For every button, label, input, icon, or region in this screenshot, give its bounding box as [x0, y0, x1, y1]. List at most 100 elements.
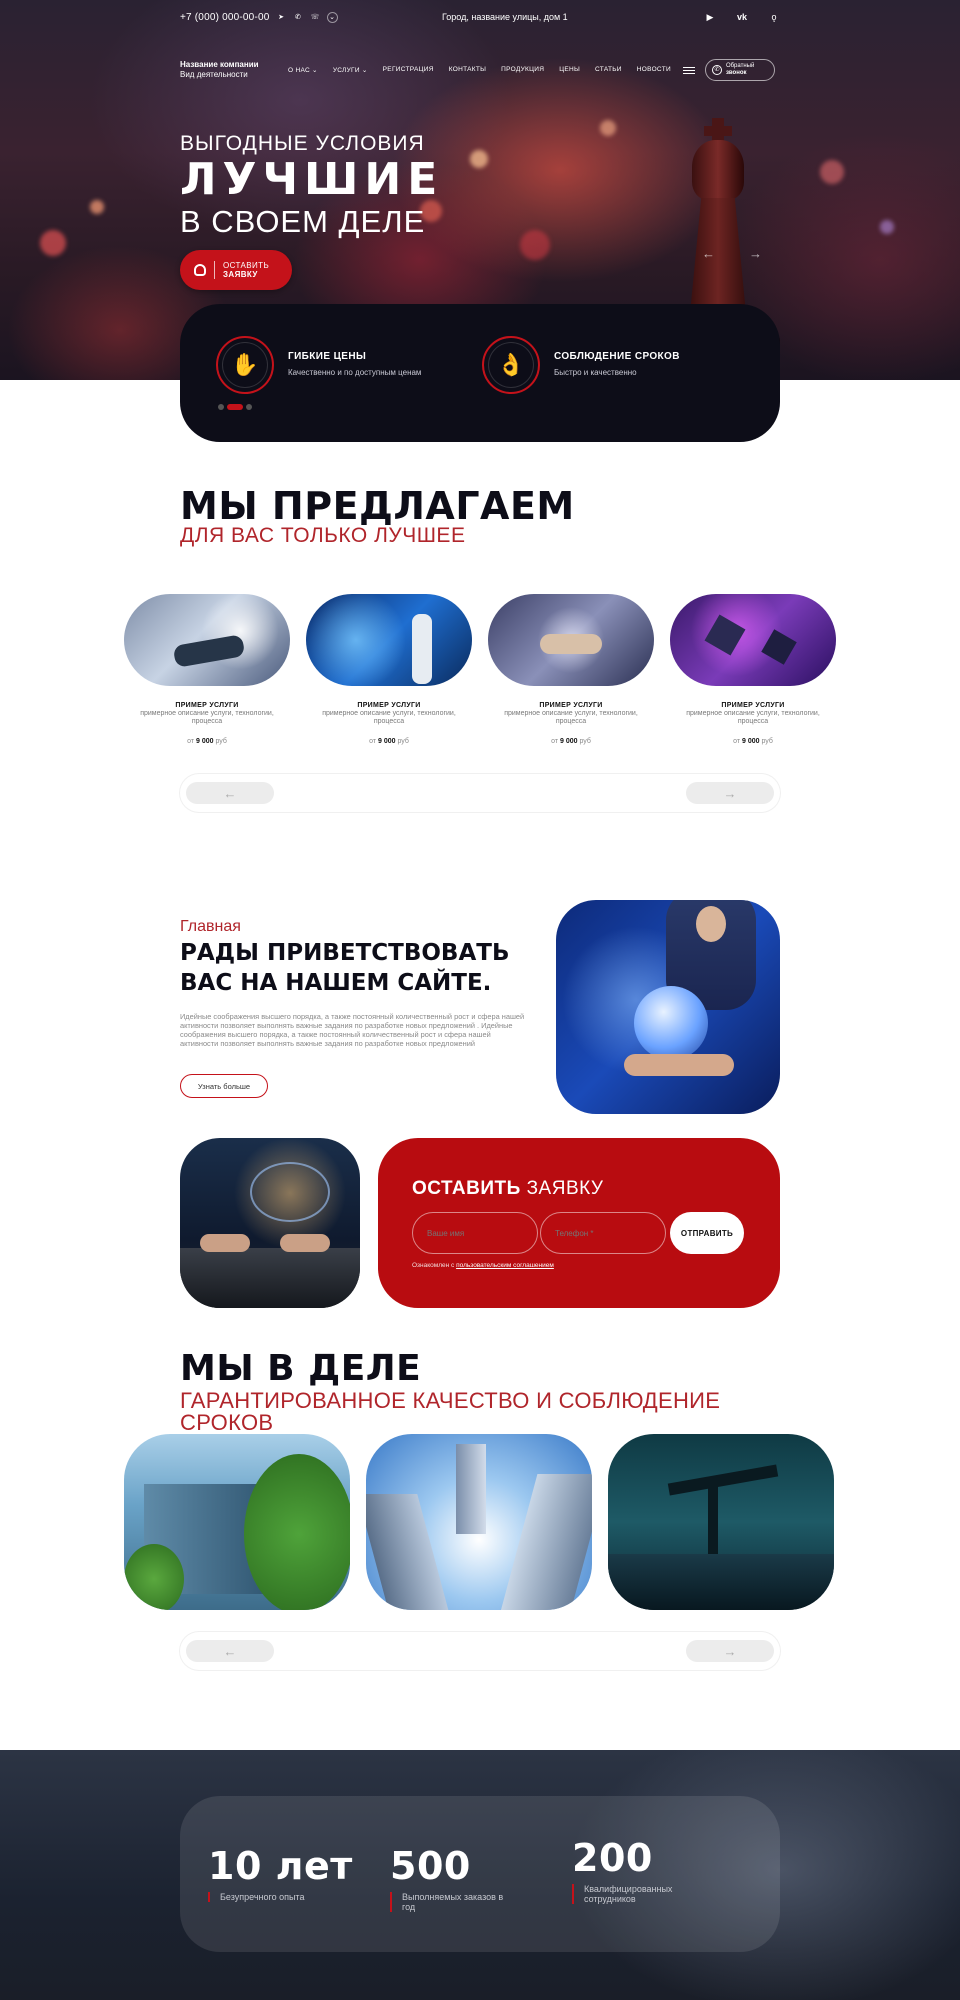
breadcrumb[interactable]: Главная [180, 918, 241, 936]
service-desc: примерное описание услуги, технологии, п… [322, 710, 456, 725]
nav-item-products[interactable]: ПРОДУКЦИЯ [501, 66, 544, 74]
telegram-icon[interactable]: ➤ [276, 12, 287, 23]
service-price: от 9 000 руб [733, 738, 773, 745]
feature-text: Качественно и по доступным ценам [288, 367, 422, 377]
agreement-link[interactable]: пользовательским соглашением [456, 1262, 554, 1269]
whatsapp-icon[interactable]: ✆ [293, 12, 304, 23]
stat-number: 200 [572, 1836, 653, 1880]
leave-request-button[interactable]: ОСТАВИТЬ ЗАЯВКУ [180, 250, 292, 290]
company-activity: Вид деятельности [180, 70, 248, 79]
headset-icon [194, 264, 206, 276]
laptop-image [180, 1138, 360, 1308]
phone-link[interactable]: +7 (000) 000-00-00 [180, 12, 270, 23]
slider-dot[interactable] [246, 404, 252, 410]
offer-title: МЫ ПРЕДЛАГАЕМ [180, 484, 575, 528]
nav-item-news[interactable]: НОВОСТИ [637, 66, 671, 74]
hero-slider-arrows: ← → [702, 246, 762, 261]
main-nav: Название компании Вид деятельности О НАС… [180, 56, 780, 84]
arrow-left-icon[interactable]: ← [186, 782, 274, 804]
service-name: ПРИМЕР УСЛУГИ [721, 702, 785, 709]
work-slider-nav: ← → [180, 1632, 780, 1670]
services-slider-nav: ← → [180, 774, 780, 812]
stats-section: 10 лет Безупречного опыта 500 Выполняемы… [0, 1750, 960, 2000]
arrow-right-icon[interactable]: → [686, 782, 774, 804]
top-bar: +7 (000) 000-00-00 ➤ ✆ ☏ ⌄ Город, назван… [180, 8, 780, 26]
work-subtitle: ГАРАНТИРОВАННОЕ КАЧЕСТВО И СОБЛЮДЕНИЕ СР… [180, 1388, 721, 1435]
service-desc: примерное описание услуги, технологии, п… [504, 710, 638, 725]
stat-orders: 500 Выполняемых заказов в год [390, 1844, 510, 1912]
nav-item-registration[interactable]: РЕГИСТРАЦИЯ [383, 66, 434, 74]
features-card: ✋ ГИБКИЕ ЦЕНЫ Качественно и по доступным… [180, 304, 780, 442]
nav-item-about[interactable]: О НАС ⌄ [288, 66, 318, 74]
hero-line-2: ЛУЧШИЕ [180, 154, 444, 205]
service-image-tech [306, 594, 472, 686]
menu: О НАС ⌄ УСЛУГИ ⌄ РЕГИСТРАЦИЯ КОНТАКТЫ ПР… [288, 66, 671, 74]
stat-employees: 200 Квалифицированных сотрудников [572, 1836, 692, 1904]
service-name: ПРИМЕР УСЛУГИ [175, 702, 239, 709]
arrow-left-icon[interactable]: ← [702, 246, 715, 261]
hand-coin-icon: ✋ [216, 336, 274, 394]
viber-icon[interactable]: ☏ [310, 12, 321, 23]
arrow-right-icon[interactable]: → [686, 1640, 774, 1662]
stats-card: 10 лет Безупречного опыта 500 Выполняемы… [180, 1796, 780, 1952]
stat-number: 500 [390, 1844, 471, 1888]
callback-button[interactable]: ✆ Обратный звонок [704, 59, 775, 81]
service-image-handshake [124, 594, 290, 686]
feature-title: СОБЛЮДЕНИЕ СРОКОВ [554, 350, 680, 362]
work-title: МЫ В ДЕЛЕ [180, 1348, 422, 1389]
phone-icon: ✆ [711, 65, 722, 75]
stat-label: Квалифицированных сотрудников [572, 1884, 692, 1904]
service-name: ПРИМЕР УСЛУГИ [539, 702, 603, 709]
arrow-right-icon[interactable]: → [749, 246, 762, 261]
burger-menu-icon[interactable] [682, 66, 695, 74]
nav-item-articles[interactable]: СТАТЬИ [595, 66, 622, 74]
arrow-left-icon[interactable]: ← [186, 1640, 274, 1662]
slider-dots [218, 404, 252, 410]
service-card[interactable]: ПРИМЕР УСЛУГИ примерное описание услуги,… [306, 594, 472, 745]
request-form: ОСТАВИТЬ ЗАЯВКУ ОТПРАВИТЬ Ознакомлен с п… [378, 1138, 780, 1308]
slider-dot[interactable] [218, 404, 224, 410]
skyscrapers-image [366, 1434, 592, 1610]
feature-title: ГИБКИЕ ЦЕНЫ [288, 350, 367, 362]
submit-button[interactable]: ОТПРАВИТЬ [670, 1212, 744, 1254]
nav-item-prices[interactable]: ЦЕНЫ [559, 66, 580, 74]
feature-deadlines: 👌 СОБЛЮДЕНИЕ СРОКОВ Быстро и качественно [482, 336, 680, 394]
feature-flexible-prices: ✋ ГИБКИЕ ЦЕНЫ Качественно и по доступным… [216, 336, 421, 394]
youtube-icon[interactable]: ▶ [704, 12, 716, 23]
hero-heading: ВЫГОДНЫЕ УСЛОВИЯ ЛУЧШИЕ В СВОЕМ ДЕЛЕ [180, 132, 443, 240]
nav-item-contacts[interactable]: КОНТАКТЫ [449, 66, 486, 74]
businessman-globe-image [556, 900, 780, 1114]
odnoklassniki-icon[interactable]: ǫ [768, 12, 780, 23]
service-desc: примерное описание услуги, технологии, п… [686, 710, 820, 725]
service-price: от 9 000 руб [187, 738, 227, 745]
vk-icon[interactable]: vk [736, 12, 748, 23]
nav-item-services[interactable]: УСЛУГИ ⌄ [333, 66, 368, 74]
company-logo[interactable]: Название компании Вид деятельности [180, 60, 286, 80]
name-input[interactable] [412, 1212, 538, 1254]
stat-number: 10 лет [208, 1844, 353, 1888]
service-image-team [488, 594, 654, 686]
address-text: Город, название улицы, дом 1 [442, 12, 568, 22]
service-card[interactable]: ПРИМЕР УСЛУГИ примерное описание услуги,… [124, 594, 290, 745]
stat-label: Выполняемых заказов в год [390, 1892, 510, 1912]
slider-dot-active[interactable] [227, 404, 243, 410]
company-name: Название компании [180, 60, 259, 69]
feature-text: Быстро и качественно [554, 367, 637, 377]
service-image-city [670, 594, 836, 686]
service-desc: примерное описание услуги, технологии, п… [140, 710, 274, 725]
service-card[interactable]: ПРИМЕР УСЛУГИ примерное описание услуги,… [488, 594, 654, 745]
offer-subtitle: ДЛЯ ВАС ТОЛЬКО ЛУЧШЕЕ [180, 524, 466, 547]
agreement-text: Ознакомлен с пользовательским соглашение… [412, 1262, 554, 1269]
stat-experience: 10 лет Безупречного опыта [208, 1844, 353, 1902]
stat-label: Безупречного опыта [208, 1892, 328, 1902]
green-building-image [124, 1434, 350, 1610]
oil-pump-image [608, 1434, 834, 1610]
service-name: ПРИМЕР УСЛУГИ [357, 702, 421, 709]
service-price: от 9 000 руб [369, 738, 409, 745]
learn-more-button[interactable]: Узнать больше [180, 1074, 268, 1098]
form-title: ОСТАВИТЬ ЗАЯВКУ [412, 1178, 604, 1199]
chevron-down-icon[interactable]: ⌄ [326, 11, 338, 23]
phone-input[interactable] [540, 1212, 666, 1254]
service-card[interactable]: ПРИМЕР УСЛУГИ примерное описание услуги,… [670, 594, 836, 745]
hero-line-1: ВЫГОДНЫЕ УСЛОВИЯ [180, 132, 425, 155]
